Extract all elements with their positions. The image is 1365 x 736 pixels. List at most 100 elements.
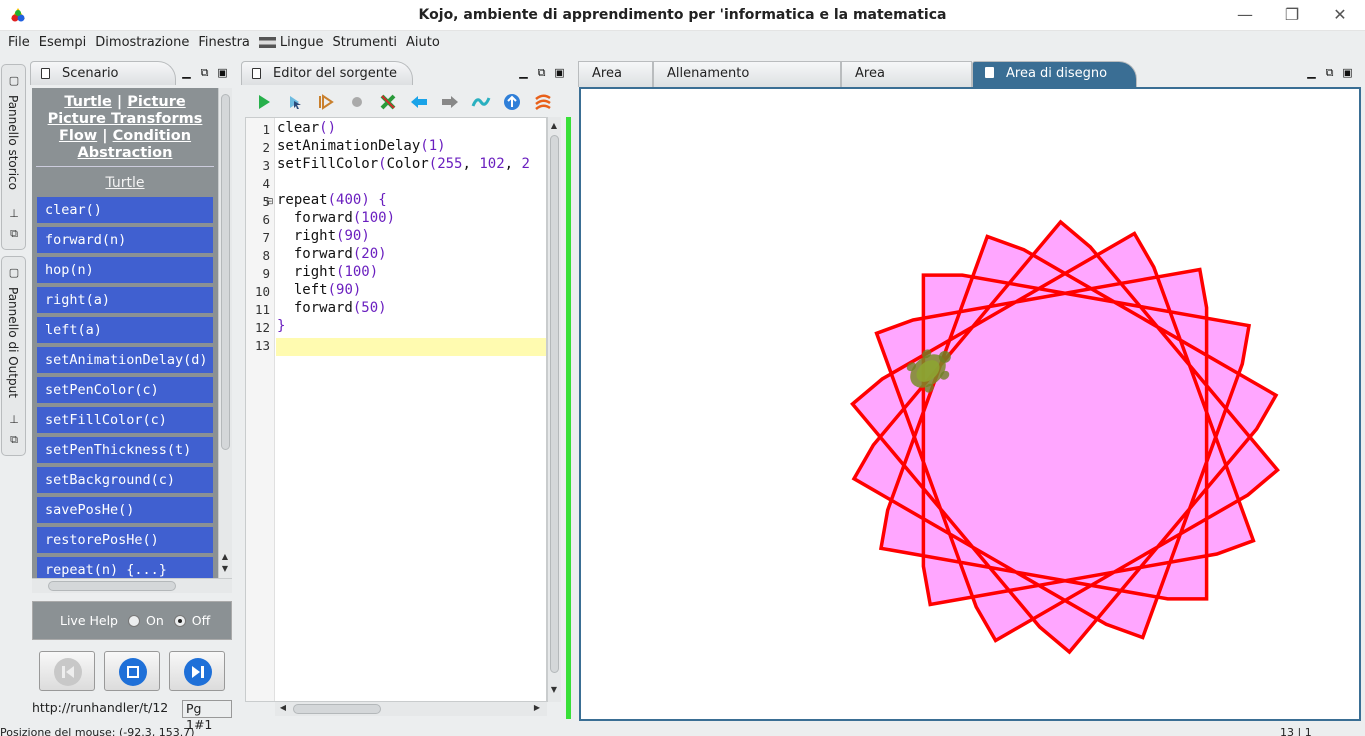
- minimize-icon[interactable]: ▁: [518, 67, 529, 79]
- command-item[interactable]: right(a): [37, 287, 213, 313]
- editor-horizontal-scrollbar[interactable]: ◀ ▶: [275, 701, 547, 716]
- stop-story-button[interactable]: [104, 651, 160, 691]
- tab-area-3d[interactable]: Area 3D: [578, 61, 653, 105]
- close-button[interactable]: ✕: [1325, 4, 1355, 26]
- menu-aiuto[interactable]: Aiuto: [404, 35, 442, 50]
- tab-drawing-area[interactable]: Area di disegno: [972, 61, 1137, 87]
- scenario-links: Turtle | Picture Picture Transforms Flow…: [32, 88, 218, 162]
- command-item[interactable]: setPenThickness(t): [37, 437, 213, 463]
- tab-source-editor[interactable]: Editor del sorgente: [241, 61, 413, 85]
- line-number: 7: [262, 230, 270, 245]
- link-separator: |: [102, 128, 108, 144]
- code-line: setAnimationDelay(1): [277, 138, 446, 154]
- maximize-icon[interactable]: ⧉: [1324, 67, 1335, 79]
- command-item[interactable]: setBackground(c): [37, 467, 213, 493]
- play-icon[interactable]: [253, 91, 275, 113]
- status-bar: Posizione del mouse: (-92.3, 153.7) 13 |…: [0, 727, 1365, 736]
- scrollbar-thumb[interactable]: [293, 704, 381, 714]
- scrollbar-thumb[interactable]: [48, 581, 176, 591]
- restore-icon[interactable]: ▣: [1342, 67, 1353, 79]
- flag-icon: [258, 36, 276, 48]
- scenario-vertical-scrollbar[interactable]: ▲ ▼: [218, 88, 232, 578]
- scroll-left-icon[interactable]: ◀: [277, 703, 289, 712]
- pin-icon: ⊥: [9, 413, 19, 426]
- restore-icon[interactable]: ▣: [554, 67, 565, 79]
- forward-icon: [184, 658, 212, 686]
- tab-math-area[interactable]: Area Matematica: [841, 61, 972, 105]
- tab-scenario[interactable]: Scenario: [30, 61, 176, 85]
- menu-dimostrazione[interactable]: Dimostrazione: [93, 35, 191, 50]
- code-line: }: [277, 318, 286, 334]
- output-panel-label: Pannello di Output: [6, 287, 20, 398]
- turtle-drawing: [850, 219, 1280, 655]
- scroll-right-icon[interactable]: ▶: [531, 703, 543, 712]
- code-line: setFillColor(Color(255, 102, 2: [277, 156, 530, 172]
- scroll-down-icon[interactable]: ▼: [219, 564, 231, 573]
- link-picture-transforms[interactable]: Picture Transforms: [48, 111, 203, 127]
- restore-icon: ⧉: [10, 227, 18, 240]
- minimize-icon[interactable]: ▁: [1306, 67, 1317, 79]
- arrow-right-icon[interactable]: [439, 91, 461, 113]
- drawing-canvas[interactable]: [579, 87, 1361, 721]
- maximize-icon[interactable]: ⧉: [199, 67, 210, 79]
- trace-icon[interactable]: [315, 91, 337, 113]
- format-icon[interactable]: [470, 91, 492, 113]
- menu-strumenti[interactable]: Strumenti: [330, 35, 399, 50]
- command-item[interactable]: setAnimationDelay(d): [37, 347, 213, 373]
- scrollbar-thumb[interactable]: [550, 135, 559, 673]
- editor-tab-label: Editor del sorgente: [273, 66, 398, 81]
- next-button[interactable]: [169, 651, 225, 691]
- upload-icon[interactable]: [501, 91, 523, 113]
- restore-icon[interactable]: ▣: [217, 67, 228, 79]
- editor-vertical-scrollbar[interactable]: ▲ ▼: [547, 117, 561, 702]
- tab-arithmetic-training[interactable]: Allenamento all'Aritmetica: [653, 61, 841, 105]
- scrollbar-thumb[interactable]: [221, 94, 230, 450]
- arrow-left-icon[interactable]: [408, 91, 430, 113]
- previous-button[interactable]: [39, 651, 95, 691]
- menu-esempi[interactable]: Esempi: [37, 35, 89, 50]
- link-abstraction[interactable]: Abstraction: [78, 145, 173, 161]
- command-item[interactable]: setPenColor(c): [37, 377, 213, 403]
- canvas-tabs: Area 3D Allenamento all'Aritmetica Area …: [578, 61, 1365, 105]
- maximize-button[interactable]: ❐: [1277, 4, 1307, 26]
- run-cursor-icon[interactable]: [284, 91, 306, 113]
- menu-lingue[interactable]: Lingue: [257, 35, 326, 50]
- fold-icon[interactable]: ⊟: [266, 197, 274, 207]
- command-item[interactable]: savePosHe(): [37, 497, 213, 523]
- scroll-up-icon[interactable]: ▲: [548, 121, 560, 130]
- command-item[interactable]: clear(): [37, 197, 213, 223]
- link-turtle[interactable]: Turtle: [64, 94, 112, 110]
- history-panel-tab[interactable]: ▢ Pannello storico ⊥ ⧉: [1, 64, 26, 250]
- command-item[interactable]: left(a): [37, 317, 213, 343]
- mouse-position: Posizione del mouse: (-92.3, 153.7): [0, 727, 195, 736]
- clear-output-icon[interactable]: [377, 91, 399, 113]
- link-flow[interactable]: Flow: [59, 128, 97, 144]
- scala-icon[interactable]: [532, 91, 554, 113]
- scenario-tab-label: Scenario: [62, 66, 119, 81]
- command-item[interactable]: setFillColor(c): [37, 407, 213, 433]
- scenario-horizontal-scrollbar[interactable]: [32, 578, 232, 593]
- minimize-icon[interactable]: ▁: [181, 67, 192, 79]
- command-item[interactable]: forward(n): [37, 227, 213, 253]
- maximize-icon[interactable]: ⧉: [536, 67, 547, 79]
- live-help-on-radio[interactable]: [128, 614, 140, 627]
- line-number: 12: [254, 320, 270, 335]
- live-help-on-label: On: [146, 613, 164, 628]
- drawing-tab-label: Area di disegno: [1006, 66, 1108, 81]
- link-picture[interactable]: Picture: [127, 94, 185, 110]
- scroll-up-icon[interactable]: ▲: [219, 552, 231, 561]
- page-indicator: Pg 1#1: [182, 700, 232, 732]
- status-url: http://runhandler/t/12: [32, 700, 169, 715]
- output-panel-tab[interactable]: ▢ Pannello di Output ⊥ ⧉: [1, 256, 26, 456]
- command-list: clear() forward(n) hop(n) right(a) left(a) se…: [32, 197, 218, 583]
- code-editor[interactable]: 1 2 3 4 5 6 7 8 9 10 11 12 13 ⊟ clear() setAnimationDe…: [245, 117, 547, 702]
- stop-icon[interactable]: [346, 91, 368, 113]
- menu-file[interactable]: File: [6, 35, 32, 50]
- link-condition[interactable]: Condition: [113, 128, 191, 144]
- live-help-off-radio[interactable]: [173, 614, 186, 627]
- command-item[interactable]: hop(n): [37, 257, 213, 283]
- menu-finestra[interactable]: Finestra: [196, 35, 252, 50]
- minimize-button[interactable]: —: [1230, 4, 1260, 26]
- command-item[interactable]: restorePosHe(): [37, 527, 213, 553]
- scroll-down-icon[interactable]: ▼: [548, 685, 560, 694]
